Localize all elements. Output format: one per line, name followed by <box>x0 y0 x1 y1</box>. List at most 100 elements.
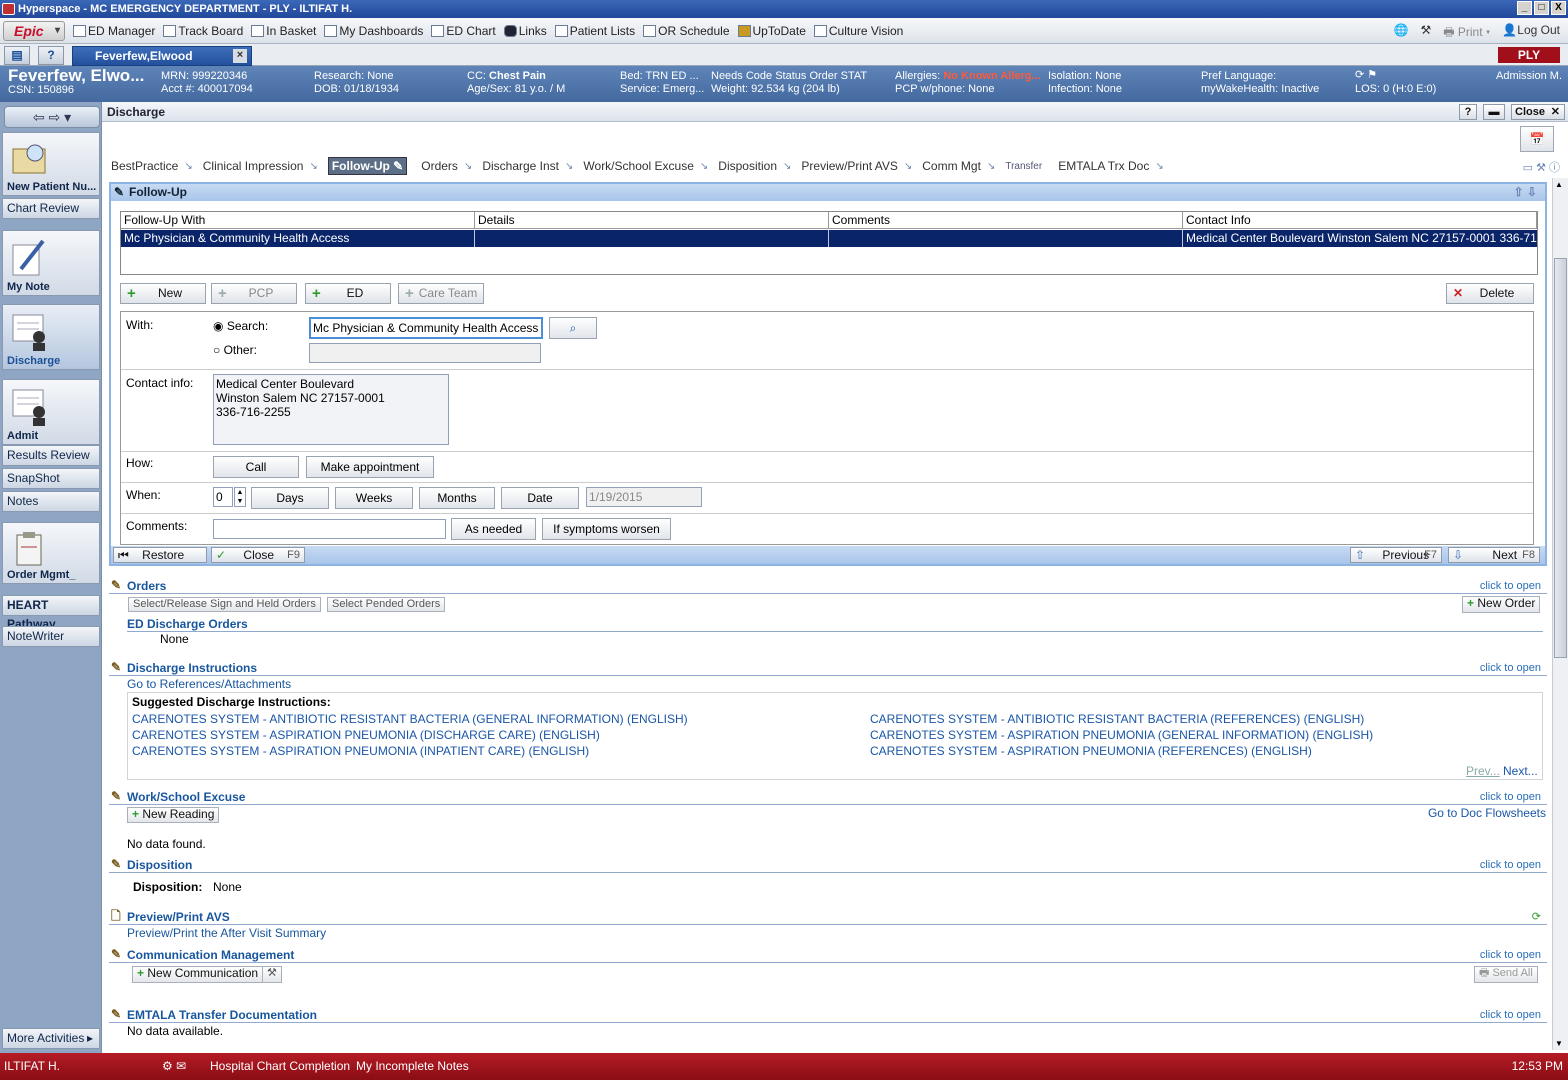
sidebar-item-notewriter[interactable]: NoteWriter <box>2 626 100 647</box>
tab-work-school-excuse[interactable]: Work/School Excuse <box>583 159 694 173</box>
sidebar-item-heart-pathway[interactable]: HEART Pathway <box>2 595 100 631</box>
table-row[interactable]: Mc Physician & Community Health Access M… <box>121 230 1537 247</box>
refresh-icon[interactable]: ⟳ <box>1355 69 1364 81</box>
toolbar-uptodate[interactable]: UpToDate <box>737 24 806 38</box>
scroll-up-icon[interactable]: ▲ <box>1555 180 1563 189</box>
send-all-button[interactable]: 🖶 Send All <box>1474 966 1538 983</box>
references-link[interactable]: Go to References/Attachments <box>127 677 291 691</box>
sidebar-item-notes[interactable]: Notes <box>2 491 100 512</box>
delete-button[interactable]: ✕ Delete <box>1446 283 1534 304</box>
instruction-link[interactable]: CARENOTES SYSTEM - ANTIBIOTIC RESISTANT … <box>870 712 1364 726</box>
emtala-click-to-open[interactable]: click to open <box>1480 1007 1541 1023</box>
tab-transfer[interactable]: Transfer <box>1005 161 1042 172</box>
orders-click-to-open[interactable]: click to open <box>1480 578 1541 594</box>
previous-button[interactable]: ⇧ Previous F7 <box>1350 547 1442 563</box>
more-activities-button[interactable]: More Activities ▸ <box>2 1028 100 1049</box>
close-section-button[interactable]: ✓ Close F9 <box>211 547 305 563</box>
search-icon[interactable]: ⌕ <box>549 317 597 339</box>
maximize-button[interactable]: □ <box>1534 1 1549 15</box>
close-activity-button[interactable]: Close ✕ <box>1511 104 1565 120</box>
emtala-header[interactable]: ✎ EMTALA Transfer Documentation click to… <box>109 1007 1547 1023</box>
toolbar-culture-vision[interactable]: Culture Vision <box>813 24 903 38</box>
instruction-link[interactable]: CARENOTES SYSTEM - ASPIRATION PNEUMONIA … <box>132 728 600 742</box>
history-dropdown-icon[interactable]: ▾ <box>64 109 71 125</box>
comm-click-to-open[interactable]: click to open <box>1480 947 1541 963</box>
minimize-button[interactable]: _ <box>1517 1 1532 15</box>
instruction-link[interactable]: CARENOTES SYSTEM - ASPIRATION PNEUMONIA … <box>870 728 1373 742</box>
sidebar-item-admit[interactable]: Admit <box>2 379 100 445</box>
tab-menu-icon[interactable]: ▤ <box>4 46 30 65</box>
tab-patient[interactable]: Feverfew,Elwood × <box>72 46 252 66</box>
back-forward-buttons[interactable]: ⇦ ⇨ ▾ <box>4 106 100 128</box>
other-input[interactable] <box>309 343 541 363</box>
sidebar-item-chart-review[interactable]: Chart Review <box>2 198 100 219</box>
other-radio[interactable]: ○ Other: <box>213 343 257 357</box>
as-needed-button[interactable]: As needed <box>451 518 536 540</box>
date-button[interactable]: Date <box>501 487 579 509</box>
minimize-activity-icon[interactable]: ▬ <box>1483 104 1505 120</box>
when-spinner[interactable]: ▲ ▼ <box>234 487 246 507</box>
orders-section-header[interactable]: ✎ Orders click to open <box>109 578 1547 594</box>
communication-header[interactable]: ✎ Communication Management click to open <box>109 947 1547 963</box>
flag-icon[interactable]: ⚑ <box>1367 69 1377 81</box>
toolbar-links[interactable]: Links <box>503 24 547 38</box>
my-incomplete-notes-link[interactable]: My Incomplete Notes <box>356 1053 469 1080</box>
avs-header[interactable]: 🗋 Preview/Print AVS ⟳ <box>109 909 1547 925</box>
toolbar-ed-manager[interactable]: ED Manager <box>73 24 155 38</box>
discharge-instructions-header[interactable]: ✎ Discharge Instructions click to open <box>109 660 1547 676</box>
tab-follow-up[interactable]: Follow-Up ✎ <box>327 157 408 175</box>
col-contact-info[interactable]: Contact Info <box>1183 212 1537 229</box>
new-reading-button[interactable]: + New Reading <box>127 807 220 823</box>
col-comments[interactable]: Comments <box>829 212 1183 229</box>
toolbar-or-schedule[interactable]: OR Schedule <box>643 24 730 38</box>
status-icons[interactable]: ⚙ ✉ <box>162 1053 186 1080</box>
help-circle-icon[interactable]: ⓘ <box>1549 162 1560 174</box>
tab-emtala-trx-doc[interactable]: EMTALA Trx Doc <box>1058 159 1149 173</box>
section-move-icons[interactable]: ⇧ ⇩ <box>1514 184 1537 201</box>
hospital-chart-completion-link[interactable]: Hospital Chart Completion <box>210 1053 350 1080</box>
disposition-header[interactable]: ✎ Disposition click to open <box>109 857 1547 873</box>
close-window-button[interactable]: X <box>1551 1 1566 15</box>
forward-arrow-icon[interactable]: ⇨ <box>48 109 60 125</box>
toolbar-in-basket[interactable]: In Basket <box>251 24 316 38</box>
col-follow-up-with[interactable]: Follow-Up With <box>121 212 475 229</box>
days-button[interactable]: Days <box>251 487 329 509</box>
pcp-button[interactable]: + PCP <box>211 283 297 304</box>
activity-help-button[interactable]: ? <box>1459 104 1477 120</box>
prev-page-link[interactable]: Prev... <box>1466 764 1500 778</box>
select-release-orders-button[interactable]: Select/Release Sign and Held Orders <box>128 597 321 612</box>
globe-icon[interactable]: 🌐 <box>1393 23 1408 44</box>
make-appointment-button[interactable]: Make appointment <box>306 456 434 478</box>
wrench-icon[interactable]: ⚒ <box>1420 23 1431 44</box>
tab-clinical-impression[interactable]: Clinical Impression <box>203 159 304 173</box>
refresh-icon[interactable]: ⟳ <box>1532 909 1541 925</box>
doc-flowsheets-link[interactable]: Go to Doc Flowsheets <box>1428 806 1546 820</box>
toolbar-ed-chart[interactable]: ED Chart <box>431 24 496 38</box>
epic-menu-button[interactable]: Epic <box>3 20 65 41</box>
logout-button[interactable]: 👤Log Out <box>1502 23 1560 44</box>
scrollbar-thumb[interactable] <box>1554 258 1567 658</box>
search-radio[interactable]: ◉ Search: <box>213 319 268 333</box>
tab-disposition[interactable]: Disposition <box>718 159 777 173</box>
tab-orders[interactable]: Orders <box>421 159 458 173</box>
next-button[interactable]: ⇩ Next F8 <box>1448 547 1540 563</box>
back-arrow-icon[interactable]: ⇦ <box>33 109 45 125</box>
followup-search-input[interactable]: Mc Physician & Community Health Access <box>309 317 543 339</box>
help-icon[interactable]: ? <box>38 46 64 65</box>
tab-preview-print-avs[interactable]: Preview/Print AVS <box>801 159 897 173</box>
close-tab-icon[interactable]: × <box>233 49 247 63</box>
work-click-to-open[interactable]: click to open <box>1480 789 1541 805</box>
weeks-button[interactable]: Weeks <box>335 487 413 509</box>
tab-bestpractice[interactable]: BestPractice <box>111 159 178 173</box>
scroll-down-icon[interactable]: ▼ <box>1555 1039 1563 1048</box>
toolbar-track-board[interactable]: Track Board <box>163 24 243 38</box>
work-school-header[interactable]: ✎ Work/School Excuse click to open <box>109 789 1547 805</box>
instruction-link[interactable]: CARENOTES SYSTEM - ANTIBIOTIC RESISTANT … <box>132 712 688 726</box>
sidebar-item-new-patient-note[interactable]: New Patient Nu... <box>2 132 100 196</box>
avs-preview-link[interactable]: Preview/Print the After Visit Summary <box>127 926 326 940</box>
patient-allergies[interactable]: Allergies: No Known Allerg... <box>895 69 1041 83</box>
if-symptoms-worsen-button[interactable]: If symptoms worsen <box>542 518 671 540</box>
patient-name[interactable]: Feverfew, Elwo... <box>8 66 144 86</box>
col-details[interactable]: Details <box>475 212 829 229</box>
sidebar-item-discharge[interactable]: Discharge <box>2 304 100 370</box>
